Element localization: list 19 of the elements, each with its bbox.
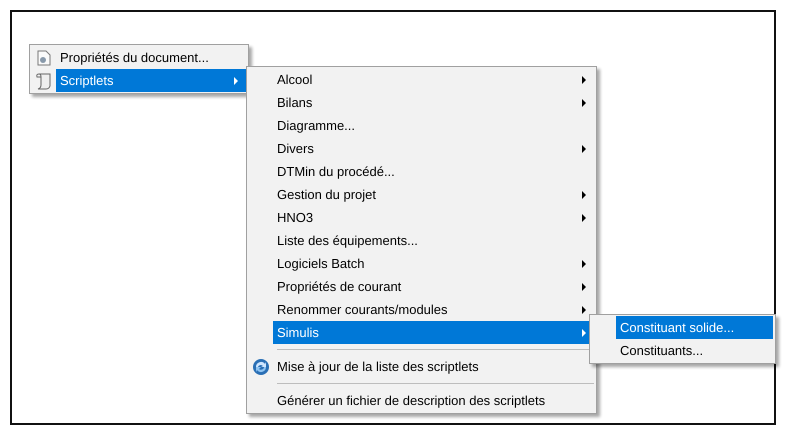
menu-item[interactable]: Alcool <box>273 68 594 91</box>
menu-item[interactable]: Logiciels Batch <box>273 252 594 275</box>
menu-item[interactable]: Constituant solide... <box>616 316 773 339</box>
menu-item[interactable]: Gestion du projet <box>273 183 594 206</box>
menu-item[interactable]: Propriétés du document... <box>56 46 246 69</box>
menu-item[interactable]: Bilans <box>273 91 594 114</box>
document-icon <box>37 50 51 66</box>
menu-item[interactable]: Mise à jour de la liste des scriptlets <box>273 355 594 378</box>
menu-item[interactable]: Liste des équipements... <box>273 229 594 252</box>
menu-item[interactable]: Diagramme... <box>273 114 594 137</box>
menu-item[interactable]: HNO3 <box>273 206 594 229</box>
menu-item[interactable]: Divers <box>273 137 594 160</box>
refresh-icon <box>252 358 270 376</box>
menu-item[interactable]: Constituants... <box>616 339 773 362</box>
menu-item[interactable]: Scriptlets <box>56 69 246 92</box>
scroll-icon <box>35 72 53 90</box>
menu-item[interactable]: Générer un fichier de description des scriptlets <box>273 389 594 412</box>
menu-item[interactable]: Propriétés de courant <box>273 275 594 298</box>
menu-item[interactable]: DTMin du procédé... <box>273 160 594 183</box>
